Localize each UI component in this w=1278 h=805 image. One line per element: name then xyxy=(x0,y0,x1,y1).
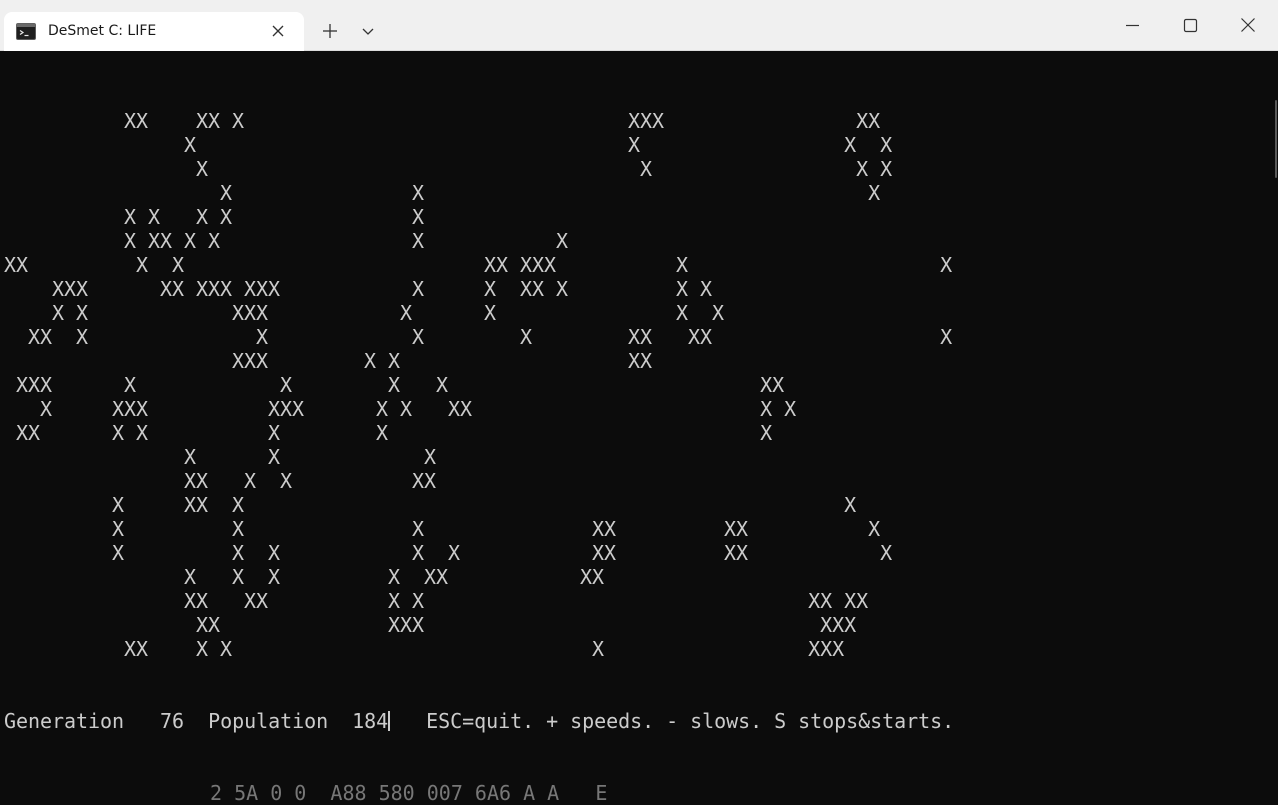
tab-close-icon[interactable] xyxy=(268,20,288,42)
population-label: Population xyxy=(208,709,329,733)
grid-row: X X X X X xyxy=(4,205,425,229)
grid-row: XX XX X X XX XX xyxy=(4,589,869,613)
scrollbar-thumb[interactable] xyxy=(1275,100,1277,178)
help-text: ESC=quit. + speeds. - slows. S stops&sta… xyxy=(426,709,955,733)
close-icon[interactable] xyxy=(1234,12,1262,40)
text-cursor xyxy=(388,711,391,731)
grid-row: X X X xyxy=(4,445,437,469)
tab-life[interactable]: DeSmet C: LIFE xyxy=(4,12,304,51)
maximize-icon[interactable] xyxy=(1176,12,1204,40)
tab-title: DeSmet C: LIFE xyxy=(48,23,157,39)
terminal-output[interactable]: XX XX X XXX XX X X X X X X X X X X X X X… xyxy=(0,52,1272,792)
grid-row: XX X X X X X xyxy=(4,421,773,445)
grid-row: X X X X X XX XX X xyxy=(4,541,893,565)
grid-row: XXX X X XX xyxy=(4,349,653,373)
grid-row: X XX X X X X xyxy=(4,229,569,253)
grid-row: X X X XX XX X xyxy=(4,517,881,541)
grid-row: XX X X X X XX XX X xyxy=(4,325,953,349)
grid-row: X X X X xyxy=(4,133,893,157)
grid-row: X XXX XXX X X XX X X xyxy=(4,397,797,421)
grid-row: X X X X xyxy=(4,157,893,181)
status-line: Generation 76 Population 184 ESC=quit. +… xyxy=(4,709,954,733)
grid-row: X X XXX X X X X xyxy=(4,301,725,325)
population-count: 184 xyxy=(352,709,389,733)
grid-row: XX X X X XXX xyxy=(4,637,845,661)
generation-label: Generation xyxy=(4,709,125,733)
grid-row: XX X X XX XXX X X xyxy=(4,253,953,277)
grid-row: XXX XX XXX XXX X X XX X X X xyxy=(4,277,713,301)
grid-row: X X X xyxy=(4,181,881,205)
terminal-icon xyxy=(16,23,36,40)
grid-row: X XX X X xyxy=(4,493,857,517)
terminal-screen: XX XX X XXX XX X X X X X X X X X X X X X… xyxy=(4,61,954,781)
plus-icon[interactable] xyxy=(318,19,342,43)
title-bar: DeSmet C: LIFE xyxy=(0,0,1278,51)
grid-row: XX X X XX xyxy=(4,469,437,493)
grid-row: XX XXX XXX xyxy=(4,613,857,637)
grid-row: X X X X XX XX xyxy=(4,565,605,589)
life-grid: XX XX X XXX XX X X X X X X X X X X X X X… xyxy=(4,109,954,661)
grid-row: XX XX X XXX XX xyxy=(4,109,881,133)
grid-row: XXX X X X X XX xyxy=(4,373,785,397)
ghost-text: 2 5A 0 0 A88 580 007 6A6 A A E xyxy=(210,781,608,805)
scrollbar[interactable] xyxy=(1272,52,1278,792)
minimize-icon[interactable] xyxy=(1118,12,1146,40)
generation-count: 76 xyxy=(160,709,185,733)
chevron-down-icon[interactable] xyxy=(358,21,378,41)
